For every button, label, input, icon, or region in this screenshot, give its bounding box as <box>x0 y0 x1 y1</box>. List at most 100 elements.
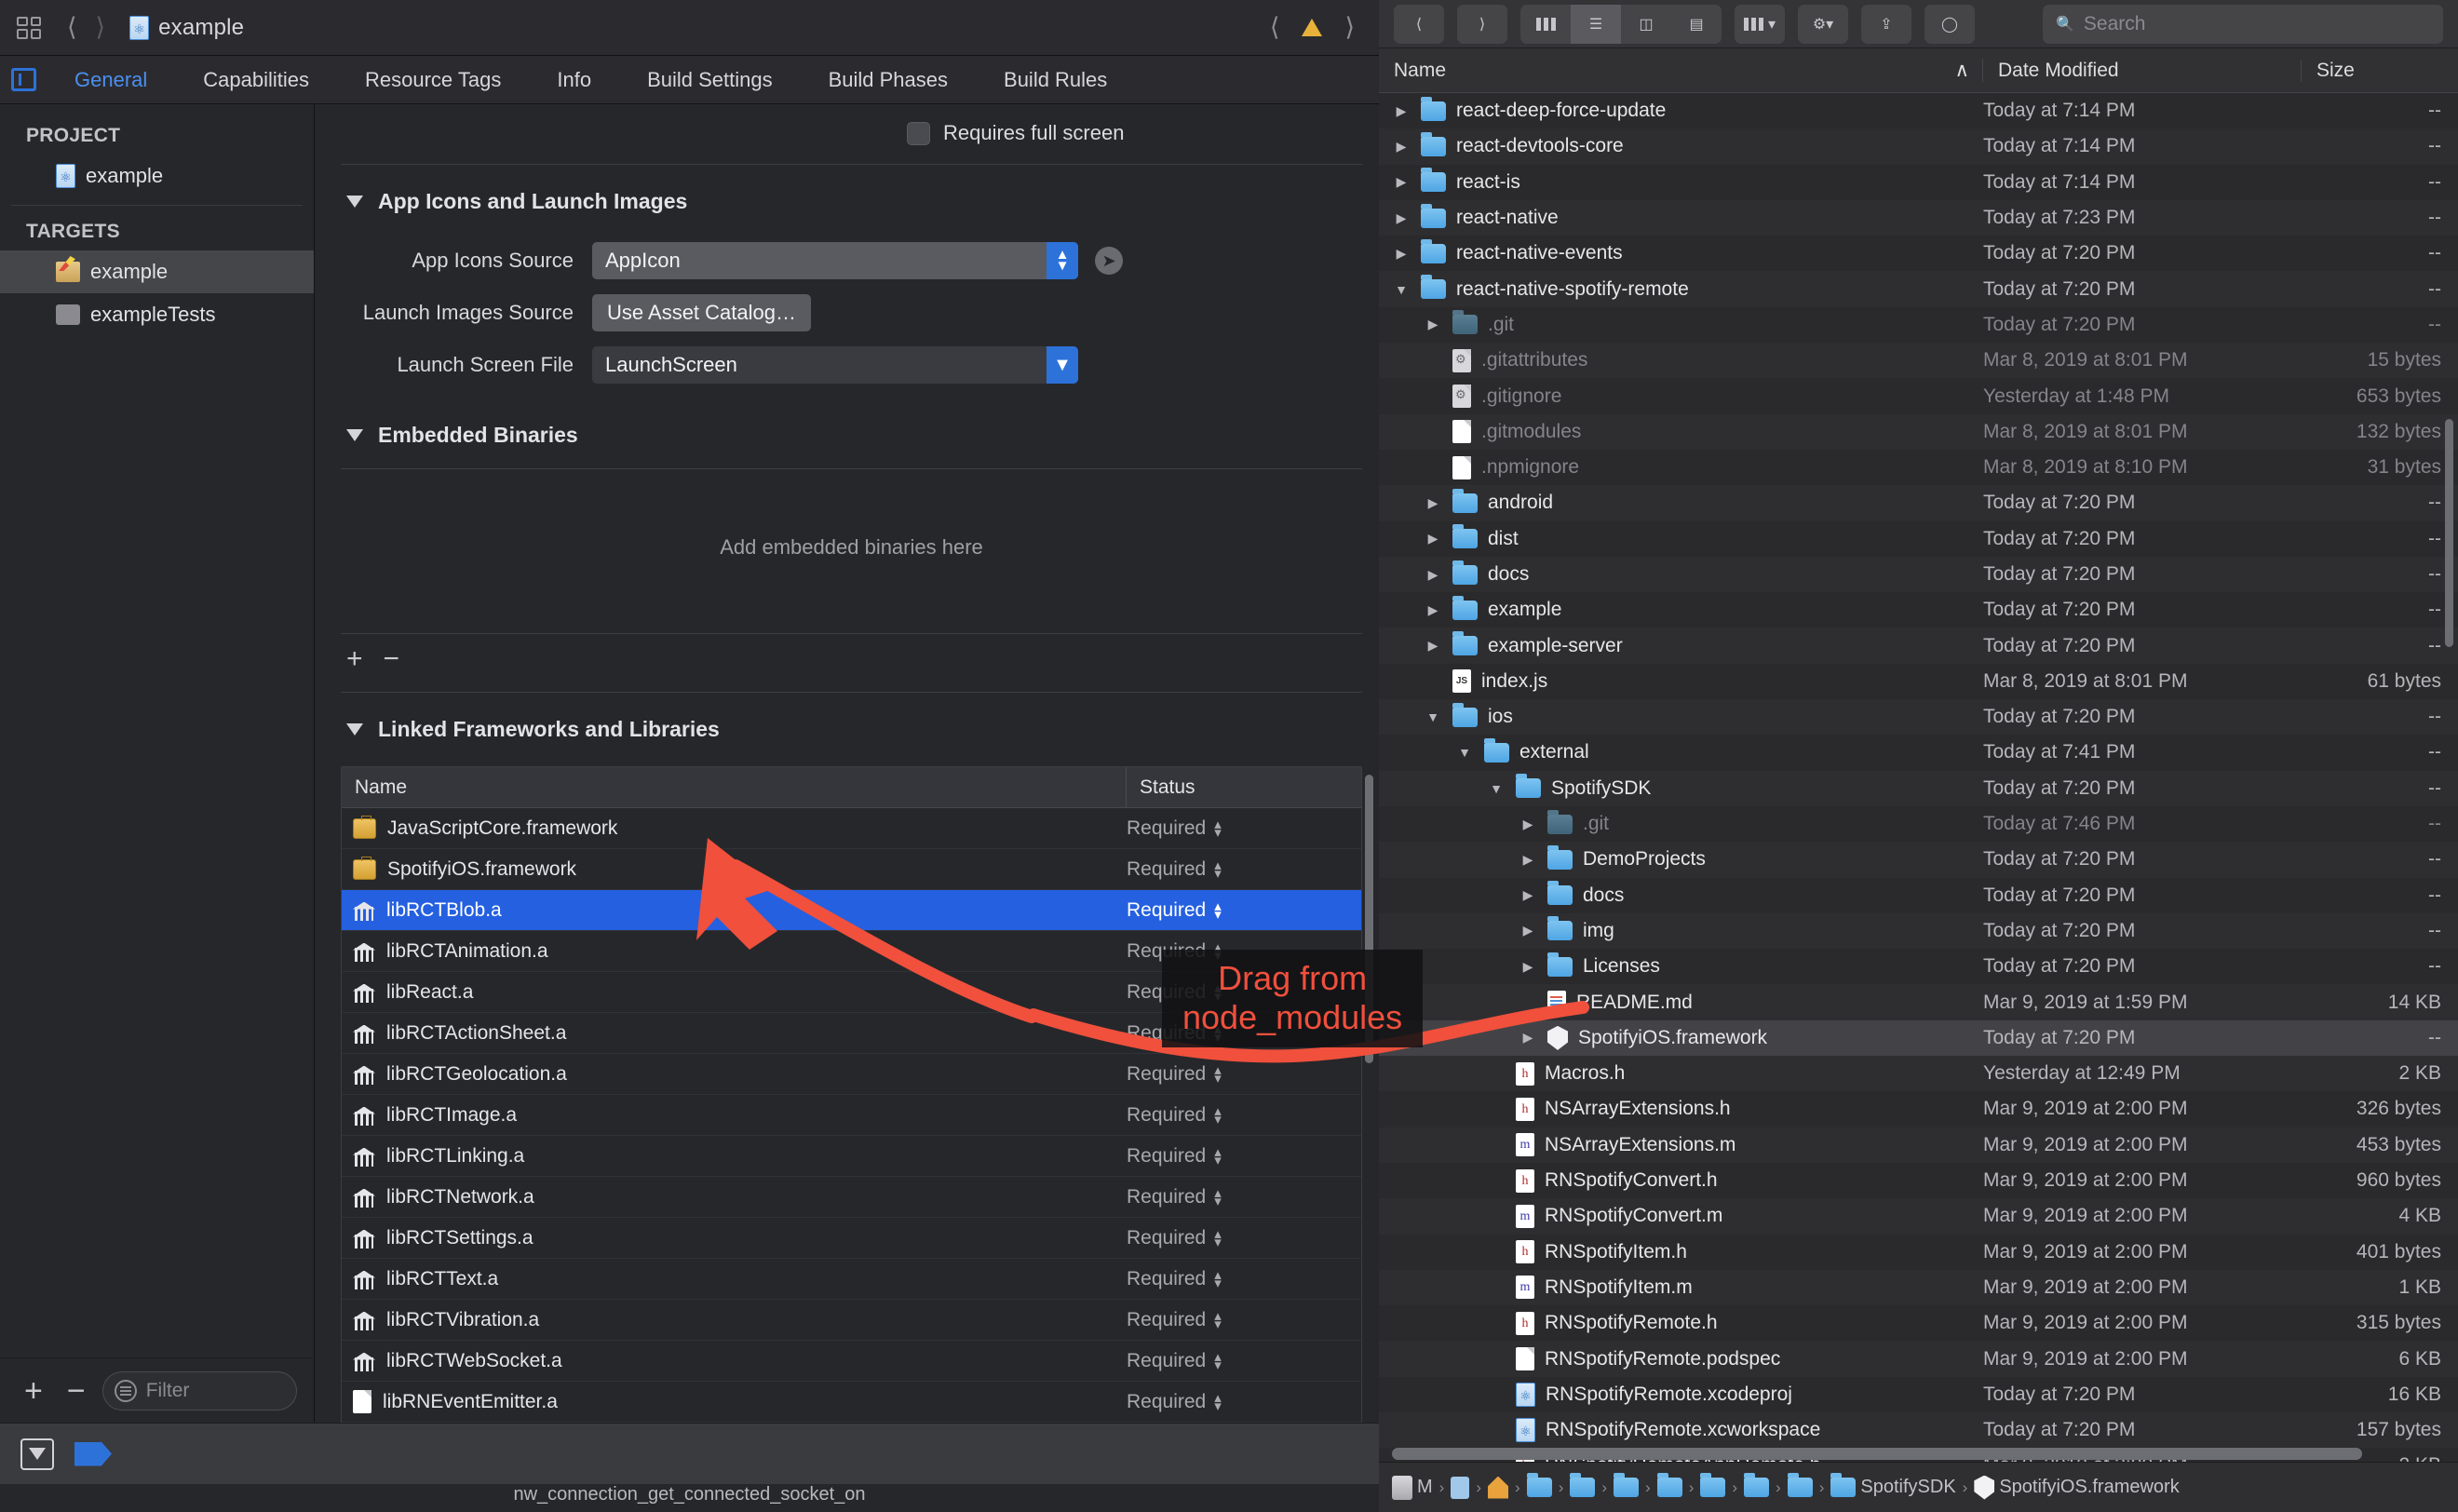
disclosure-triangle-icon[interactable]: ▶ <box>1424 567 1442 583</box>
column-header-name[interactable]: Name <box>342 767 1127 807</box>
stepper-icon[interactable]: ▴▾ <box>1214 817 1222 840</box>
file-row[interactable]: h RNSpotifyItem.h Mar 9, 2019 at 2:00 PM 40… <box>1379 1235 2458 1270</box>
table-row[interactable]: libRCTGeolocation.a Required ▴ ▾ <box>342 1054 1361 1095</box>
disclosure-triangle-icon[interactable] <box>346 196 363 208</box>
share-button[interactable]: ⇪ <box>1861 4 1911 44</box>
column-header-status[interactable]: Status <box>1127 767 1361 807</box>
table-row[interactable]: libRNEventEmitter.a Required ▴ ▾ <box>342 1382 1361 1423</box>
folder-icon[interactable] <box>1744 1473 1770 1497</box>
remove-target-button[interactable]: − <box>60 1375 93 1407</box>
stepper-icon[interactable]: ▴▾ <box>1214 1145 1222 1168</box>
table-row[interactable]: libRCTLinking.a Required ▴ ▾ <box>342 1136 1361 1177</box>
disclosure-triangle-icon[interactable]: ▶ <box>1519 852 1537 868</box>
folder-icon[interactable] <box>1787 1473 1813 1497</box>
column-view-button[interactable]: ◫ <box>1621 5 1671 44</box>
tab-build-phases[interactable]: Build Phases <box>801 68 976 92</box>
file-row[interactable]: m NSArrayExtensions.m Mar 9, 2019 at 2:00 … <box>1379 1127 2458 1163</box>
stepper-icon[interactable]: ▴▾ <box>1214 1104 1222 1127</box>
file-row[interactable]: ▶ docs Today at 7:20 PM -- <box>1379 878 2458 913</box>
issue-next-chevron-icon[interactable]: ⟩ <box>1335 15 1364 40</box>
stepper-icon[interactable]: ▴▾ <box>1214 1309 1222 1331</box>
file-row[interactable]: ▼ SpotifySDK Today at 7:20 PM -- <box>1379 770 2458 806</box>
tab-build-settings[interactable]: Build Settings <box>619 68 801 92</box>
disclosure-triangle-icon[interactable]: ▶ <box>1392 210 1411 226</box>
stepper-icon[interactable]: ▴▾ <box>1214 899 1222 922</box>
disclosure-triangle-icon[interactable]: ▶ <box>1424 638 1442 654</box>
file-row[interactable]: ▶ example Today at 7:20 PM -- <box>1379 592 2458 628</box>
framework-status-cell[interactable]: Required ▴▾ <box>1127 899 1361 922</box>
framework-status-cell[interactable]: Required ▴▾ <box>1127 858 1361 881</box>
stepper-icon[interactable]: ▴▾ <box>1214 858 1222 881</box>
project-item-example[interactable]: example <box>0 155 314 197</box>
file-row[interactable]: ▶ dist Today at 7:20 PM -- <box>1379 521 2458 557</box>
stepper-icon[interactable]: ▴▾ <box>1214 1186 1222 1208</box>
disclosure-triangle-icon[interactable]: ▶ <box>1424 531 1442 547</box>
table-row[interactable]: libRCTVibration.a Required ▴ ▾ <box>342 1300 1361 1341</box>
file-row[interactable]: ▼ react-native-spotify-remote Today at 7:2… <box>1379 271 2458 307</box>
folder-icon[interactable] <box>1700 1473 1726 1497</box>
table-row[interactable]: libRCTImage.a Required ▴ ▾ <box>342 1095 1361 1136</box>
use-asset-catalog-button[interactable]: Use Asset Catalog… <box>592 294 811 331</box>
stepper-icon[interactable]: ▲ ▼ <box>1047 242 1078 279</box>
embedded-binaries-dropzone[interactable]: Add embedded binaries here <box>341 469 1362 626</box>
file-row[interactable]: ▶ .git Today at 7:46 PM -- <box>1379 806 2458 842</box>
folder-icon[interactable] <box>1830 1473 1857 1497</box>
finder-search-input[interactable]: 🔍 Search <box>2043 4 2443 44</box>
requires-full-screen-checkbox[interactable] <box>907 121 930 145</box>
launch-screen-file-select[interactable]: LaunchScreen ▼ <box>592 346 1078 384</box>
warning-icon[interactable] <box>1302 19 1323 36</box>
disclosure-triangle-icon[interactable]: ▶ <box>1424 602 1442 618</box>
file-row[interactable]: h RNSpotifyRemote.h Mar 9, 2019 at 2:00 PM… <box>1379 1305 2458 1341</box>
file-row[interactable]: ▼ external Today at 7:41 PM -- <box>1379 735 2458 770</box>
disclosure-triangle-icon[interactable]: ▶ <box>1519 923 1537 938</box>
target-item-exampletests[interactable]: exampleTests <box>0 293 314 336</box>
stepper-icon[interactable]: ▴▾ <box>1214 1268 1222 1290</box>
finder-forward-button[interactable]: ⟩ <box>1457 4 1507 44</box>
table-row[interactable]: JavaScriptCore.framework Required ▴ ▾ <box>342 808 1361 849</box>
framework-status-cell[interactable]: Required ▴▾ <box>1127 1104 1361 1127</box>
file-row[interactable]: h RNSpotifyConvert.h Mar 9, 2019 at 2:00 P… <box>1379 1163 2458 1198</box>
framework-status-cell[interactable]: Required ▴▾ <box>1127 1186 1361 1208</box>
disclosure-triangle-icon[interactable]: ▶ <box>1392 246 1411 262</box>
file-row[interactable]: .gitignore Yesterday at 1:48 PM 653 bytes <box>1379 378 2458 413</box>
framework-status-cell[interactable]: Required ▴▾ <box>1127 1063 1361 1086</box>
filter-input[interactable]: Filter <box>101 1370 297 1411</box>
grid-icon[interactable] <box>17 16 41 39</box>
file-row[interactable]: m RNSpotifyItem.m Mar 9, 2019 at 2:00 PM 1 … <box>1379 1269 2458 1306</box>
finder-vertical-scrollbar[interactable] <box>2445 419 2453 647</box>
disclosure-triangle-icon[interactable]: ▶ <box>1519 959 1537 975</box>
disclosure-triangle-icon[interactable]: ▶ <box>1392 174 1411 190</box>
stepper-icon[interactable]: ▴▾ <box>1214 1350 1222 1372</box>
forward-chevron-icon[interactable]: ⟩ <box>87 15 115 40</box>
section-linked-frameworks-header[interactable]: Linked Frameworks and Libraries <box>341 693 1362 755</box>
file-row[interactable]: RNSpotifyRemote.xcworkspace Today at 7:20… <box>1379 1411 2458 1449</box>
tab-resource-tags[interactable]: Resource Tags <box>337 68 529 92</box>
framework-shield-icon[interactable] <box>1974 1475 1995 1500</box>
file-row[interactable]: ▶ Licenses Today at 7:20 PM -- <box>1379 949 2458 984</box>
disclosure-triangle-icon[interactable]: ▼ <box>1424 709 1442 724</box>
breakpoint-flag-icon[interactable] <box>74 1441 112 1466</box>
framework-status-cell[interactable]: Required ▴▾ <box>1127 1309 1361 1331</box>
file-row[interactable]: ▶ react-native Today at 7:23 PM -- <box>1379 199 2458 236</box>
table-row[interactable]: libRCTSettings.a Required ▴ ▾ <box>342 1218 1361 1259</box>
file-row[interactable]: .npmignore Mar 8, 2019 at 8:10 PM 31 bytes <box>1379 450 2458 485</box>
column-header-name[interactable]: Name ∧ <box>1379 59 1983 82</box>
file-row[interactable]: ▶ DemoProjects Today at 7:20 PM -- <box>1379 842 2458 878</box>
tags-button[interactable]: ◯ <box>1925 4 1975 44</box>
disclosure-triangle-icon[interactable]: ▶ <box>1392 103 1411 119</box>
stepper-icon[interactable]: ▴▾ <box>1214 1063 1222 1086</box>
disclosure-triangle-icon[interactable]: ▶ <box>1519 1030 1537 1046</box>
issue-prev-chevron-icon[interactable]: ⟨ <box>1261 15 1290 40</box>
finder-horizontal-scrollbar[interactable] <box>1392 1448 2362 1460</box>
reveal-arrow-icon[interactable]: ➤ <box>1095 247 1123 275</box>
file-row[interactable]: ▼ ios Today at 7:20 PM -- <box>1379 699 2458 736</box>
file-row[interactable]: ▶ android Today at 7:20 PM -- <box>1379 485 2458 521</box>
table-row[interactable]: libRCTWebSocket.a Required ▴ ▾ <box>342 1341 1361 1382</box>
file-row[interactable]: ▶ .git Today at 7:20 PM -- <box>1379 307 2458 343</box>
list-view-button[interactable]: ☰ <box>1571 4 1621 44</box>
framework-status-cell[interactable]: Required ▴▾ <box>1127 1227 1361 1249</box>
file-row[interactable]: .gitattributes Mar 8, 2019 at 8:01 PM 15 b… <box>1379 343 2458 379</box>
remove-embedded-binary-button[interactable]: − <box>384 643 400 675</box>
disk-icon[interactable] <box>1392 1475 1412 1500</box>
file-row[interactable]: ▶ SpotifyiOS.framework Today at 7:20 PM -- <box>1379 1019 2458 1057</box>
